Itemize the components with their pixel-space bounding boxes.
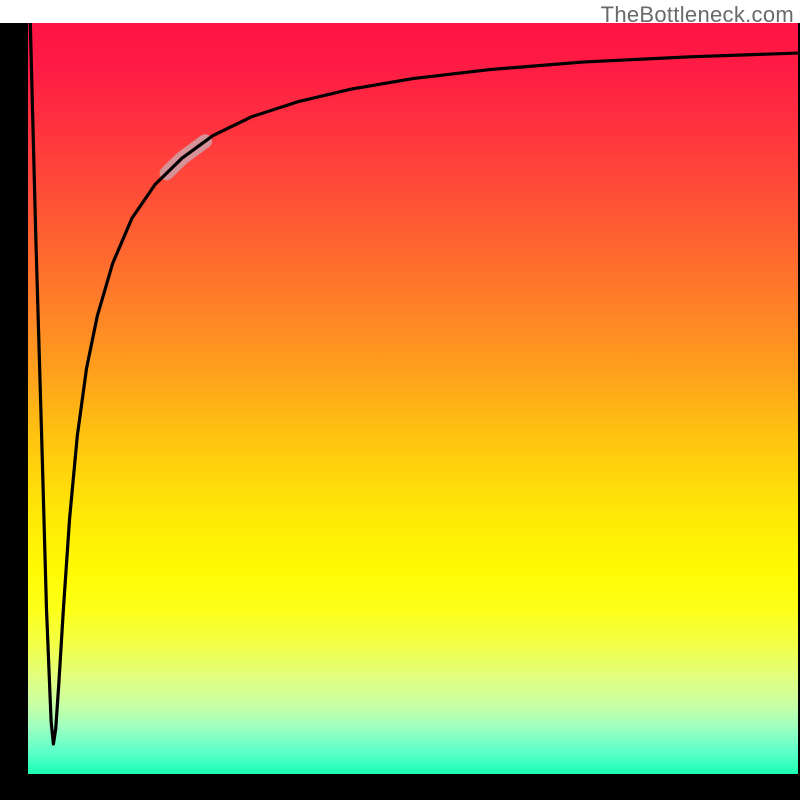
chart-frame bbox=[0, 23, 800, 800]
curve-svg bbox=[28, 23, 798, 774]
chart-container: TheBottleneck.com bbox=[0, 0, 800, 800]
watermark-text: TheBottleneck.com bbox=[601, 2, 794, 28]
plot-area bbox=[28, 23, 798, 774]
bottleneck-curve bbox=[30, 23, 798, 744]
